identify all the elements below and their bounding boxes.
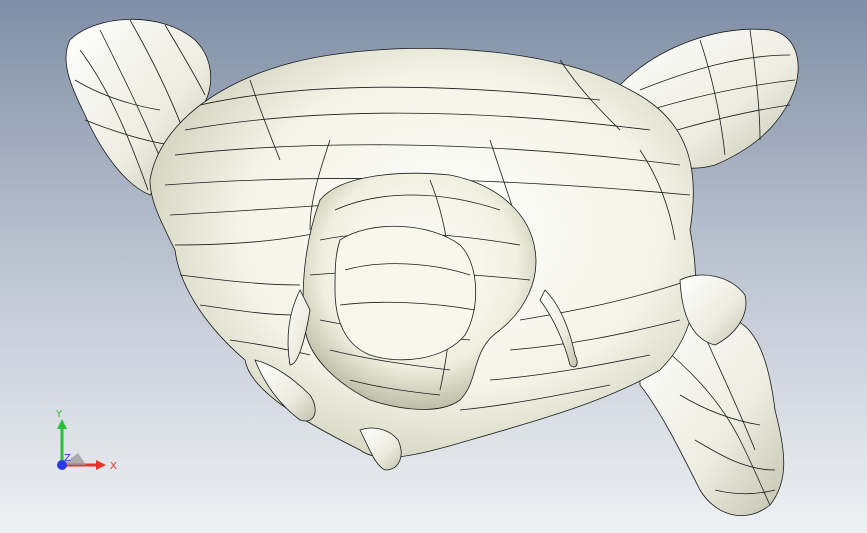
3d-viewport[interactable]: Y X Z	[0, 0, 867, 533]
triad-y-label: Y	[55, 409, 63, 420]
triad-x-label: X	[110, 461, 117, 472]
model-snout-plate	[334, 225, 477, 361]
orientation-triad: Y X Z	[55, 409, 117, 472]
model-render[interactable]	[0, 0, 867, 533]
triad-z-label: Z	[64, 453, 71, 464]
